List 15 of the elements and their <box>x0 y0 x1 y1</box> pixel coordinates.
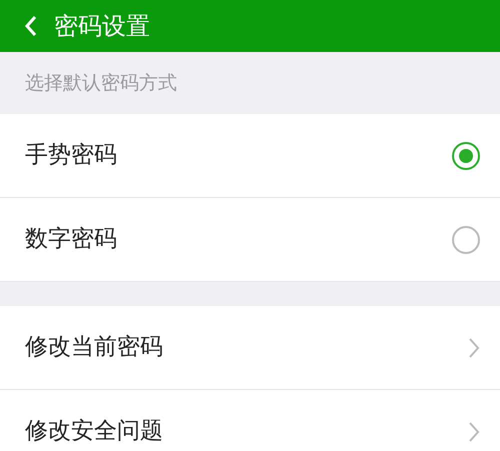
menu-row[interactable]: 修改当前密码 <box>0 306 500 390</box>
radio-button[interactable] <box>452 142 480 170</box>
chevron-icon <box>468 420 480 442</box>
option-label: 手势密码 <box>25 141 117 170</box>
menu-label: 修改当前密码 <box>25 333 163 362</box>
chevron-icon <box>468 336 480 358</box>
back-icon[interactable] <box>24 15 38 37</box>
option-row[interactable]: 数字密码 <box>0 198 500 282</box>
section-label: 选择默认密码方式 <box>25 70 177 96</box>
menu-label: 修改安全问题 <box>25 417 163 446</box>
menu-row[interactable]: 修改安全问题 <box>0 390 500 451</box>
radio-button[interactable] <box>452 226 480 254</box>
page-title: 密码设置 <box>54 11 150 42</box>
option-label: 数字密码 <box>25 225 117 254</box>
option-row[interactable]: 手势密码 <box>0 114 500 198</box>
